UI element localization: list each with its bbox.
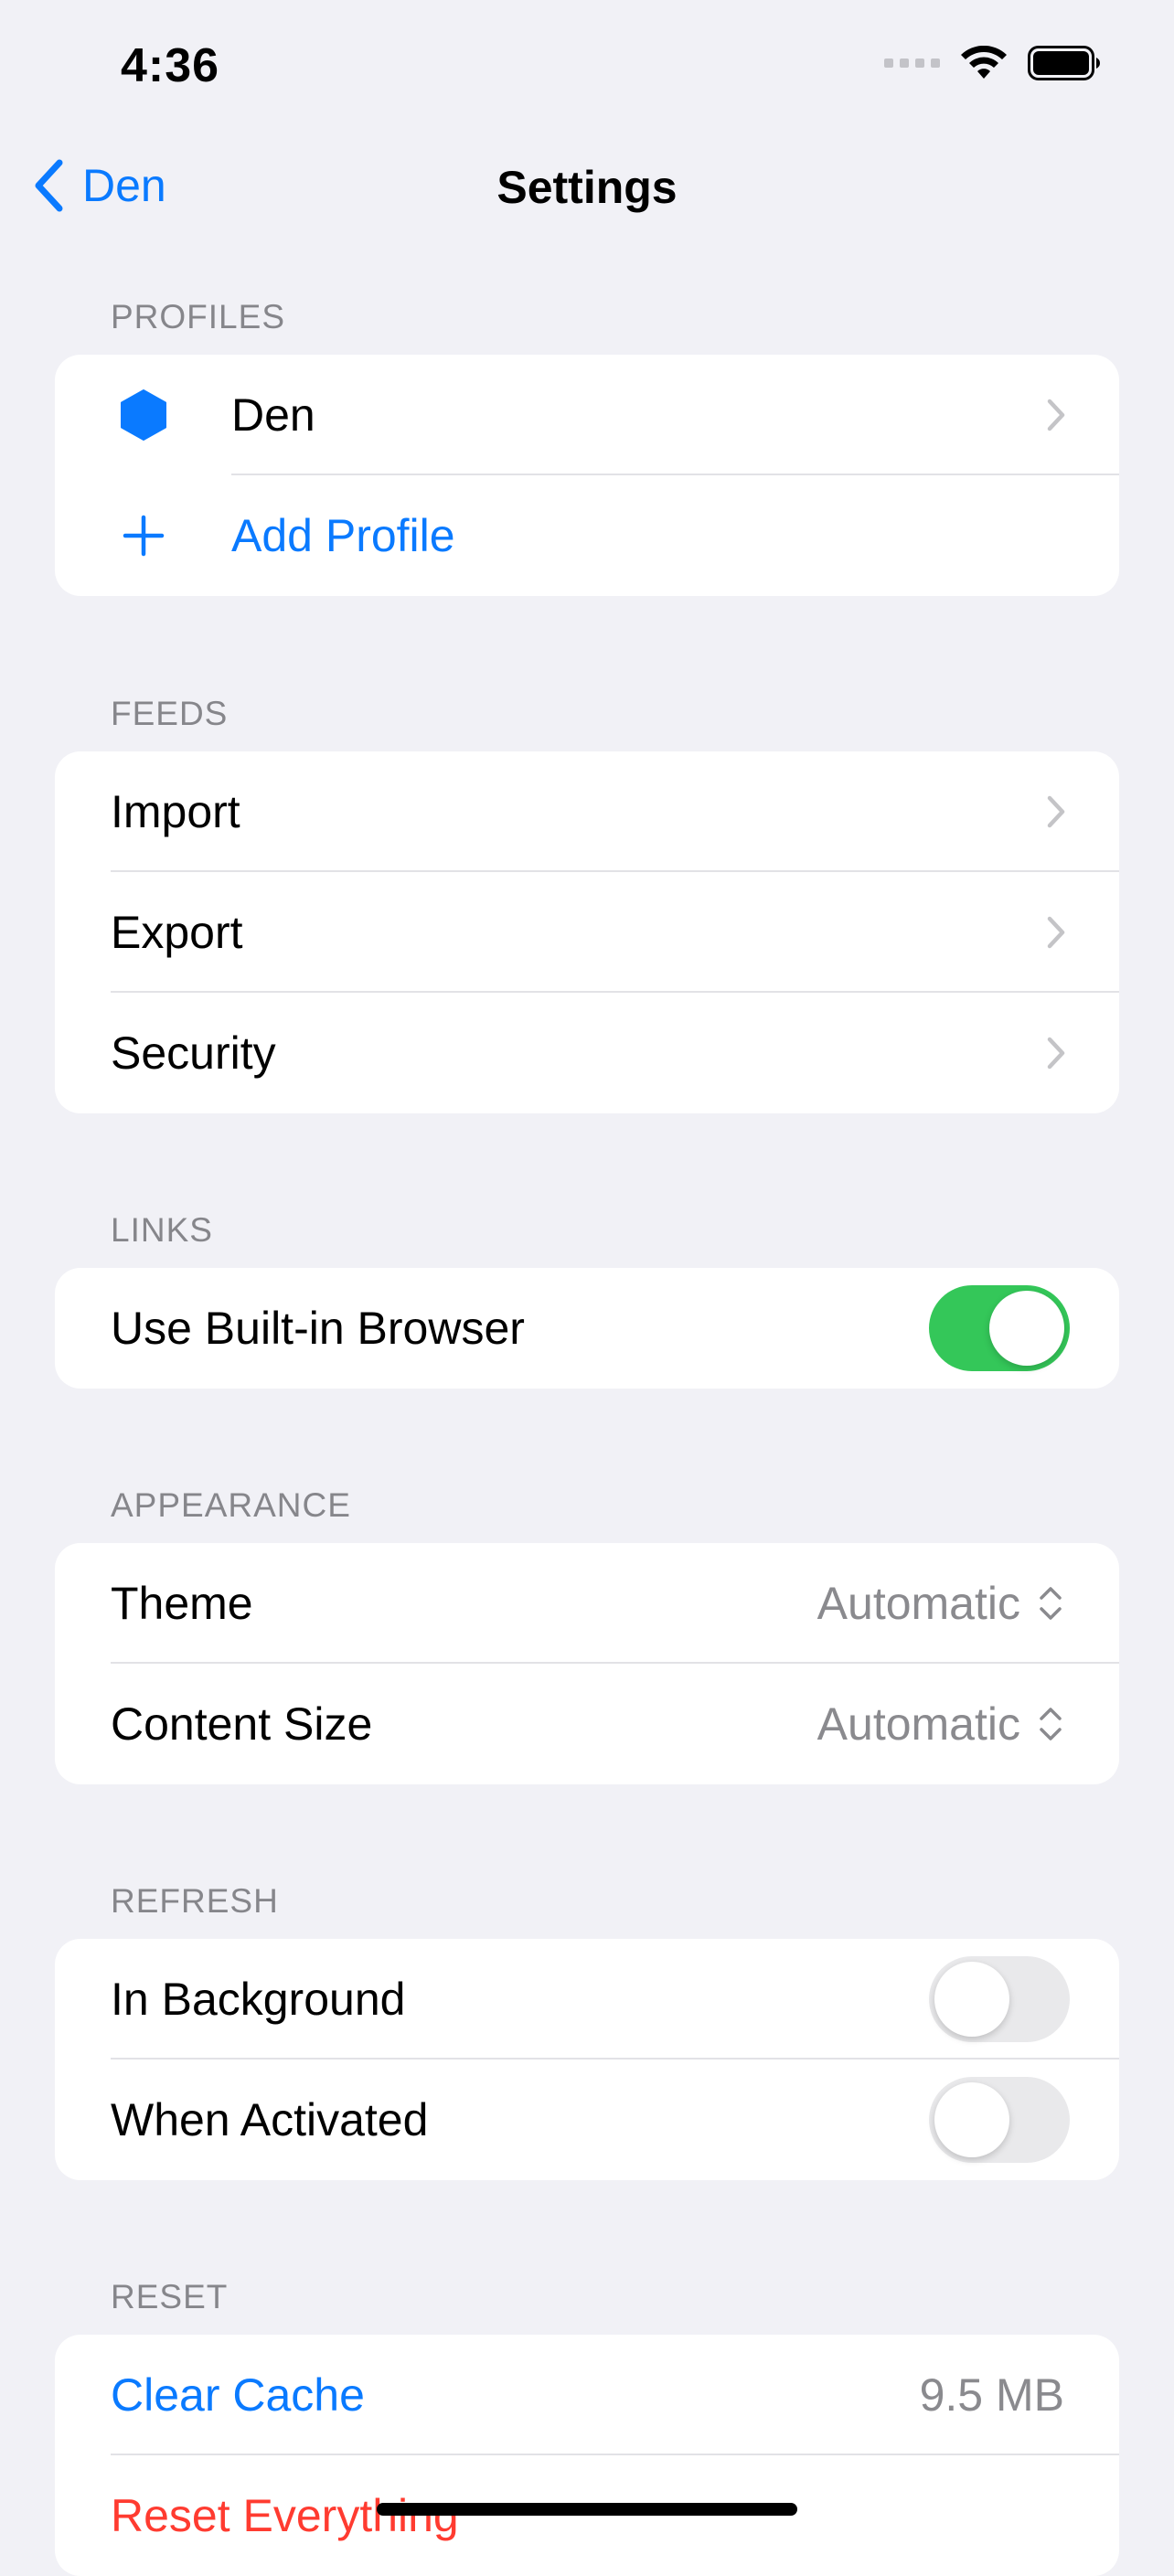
page-title: Settings	[496, 162, 678, 213]
add-profile-label: Add Profile	[231, 510, 455, 561]
section-header-links: LINKS	[111, 1211, 213, 1249]
links-group: Use Built-in Browser	[55, 1268, 1119, 1389]
section-header-reset: RESET	[111, 2278, 229, 2315]
wifi-icon	[961, 46, 1007, 79]
chevron-right-icon	[1047, 399, 1065, 431]
navigation-bar: Den Settings	[0, 137, 1174, 242]
in-background-toggle[interactable]	[929, 1956, 1070, 2042]
when-activated-toggle[interactable]	[929, 2077, 1070, 2163]
add-profile-button[interactable]: Add Profile	[55, 475, 1119, 596]
in-background-row: In Background	[55, 1939, 1119, 2060]
content-size-value: Automatic	[816, 1698, 1020, 1750]
content-size-picker[interactable]: Automatic	[817, 1698, 1064, 1751]
built-in-browser-toggle[interactable]	[929, 1285, 1070, 1371]
profiles-group: Den Add Profile	[55, 355, 1119, 596]
profile-label: Den	[231, 389, 315, 441]
built-in-browser-row: Use Built-in Browser	[55, 1268, 1119, 1389]
theme-value: Automatic	[816, 1578, 1020, 1629]
status-bar: 4:36	[0, 0, 1174, 137]
toggle-knob	[934, 2082, 1009, 2157]
cellular-signal-icon	[884, 59, 940, 68]
chevron-right-icon	[1047, 1037, 1065, 1070]
plus-icon	[123, 515, 164, 557]
section-header-feeds: FEEDS	[111, 695, 229, 732]
chevron-up-down-icon	[1040, 1587, 1062, 1620]
section-header-appearance: APPEARANCE	[111, 1486, 351, 1524]
chevron-up-down-icon	[1040, 1708, 1062, 1740]
export-label: Export	[111, 907, 243, 958]
chevron-right-icon	[1047, 916, 1065, 949]
refresh-group: In Background When Activated	[55, 1939, 1119, 2180]
toggle-knob	[989, 1291, 1064, 1366]
reset-everything-button[interactable]: Reset Everything	[55, 2455, 1119, 2576]
theme-row[interactable]: Theme Automatic	[55, 1543, 1119, 1664]
cache-size-value: 9.5 MB	[919, 2369, 1064, 2421]
clear-cache-button[interactable]: Clear Cache 9.5 MB	[55, 2335, 1119, 2455]
section-header-profiles: PROFILES	[111, 298, 285, 335]
theme-picker[interactable]: Automatic	[817, 1577, 1064, 1630]
import-label: Import	[111, 786, 240, 837]
home-indicator[interactable]	[377, 2503, 797, 2516]
battery-icon	[1028, 46, 1100, 80]
when-activated-row: When Activated	[55, 2060, 1119, 2180]
section-header-refresh: REFRESH	[111, 1882, 279, 1920]
security-label: Security	[111, 1027, 276, 1079]
reset-everything-label: Reset Everything	[111, 2490, 459, 2541]
export-row[interactable]: Export	[55, 872, 1119, 993]
security-row[interactable]: Security	[55, 993, 1119, 1113]
profile-row-den[interactable]: Den	[55, 355, 1119, 475]
import-row[interactable]: Import	[55, 751, 1119, 872]
status-icons	[884, 46, 1101, 80]
reset-group: Clear Cache 9.5 MB Reset Everything	[55, 2335, 1119, 2576]
appearance-group: Theme Automatic Content Size Automatic	[55, 1543, 1119, 1784]
chevron-right-icon	[1047, 795, 1065, 828]
hexagon-icon	[120, 389, 166, 441]
toggle-knob	[934, 1962, 1009, 2037]
status-time: 4:36	[121, 39, 220, 92]
feeds-group: Import Export Security	[55, 751, 1119, 1113]
content-size-row[interactable]: Content Size Automatic	[55, 1664, 1119, 1784]
